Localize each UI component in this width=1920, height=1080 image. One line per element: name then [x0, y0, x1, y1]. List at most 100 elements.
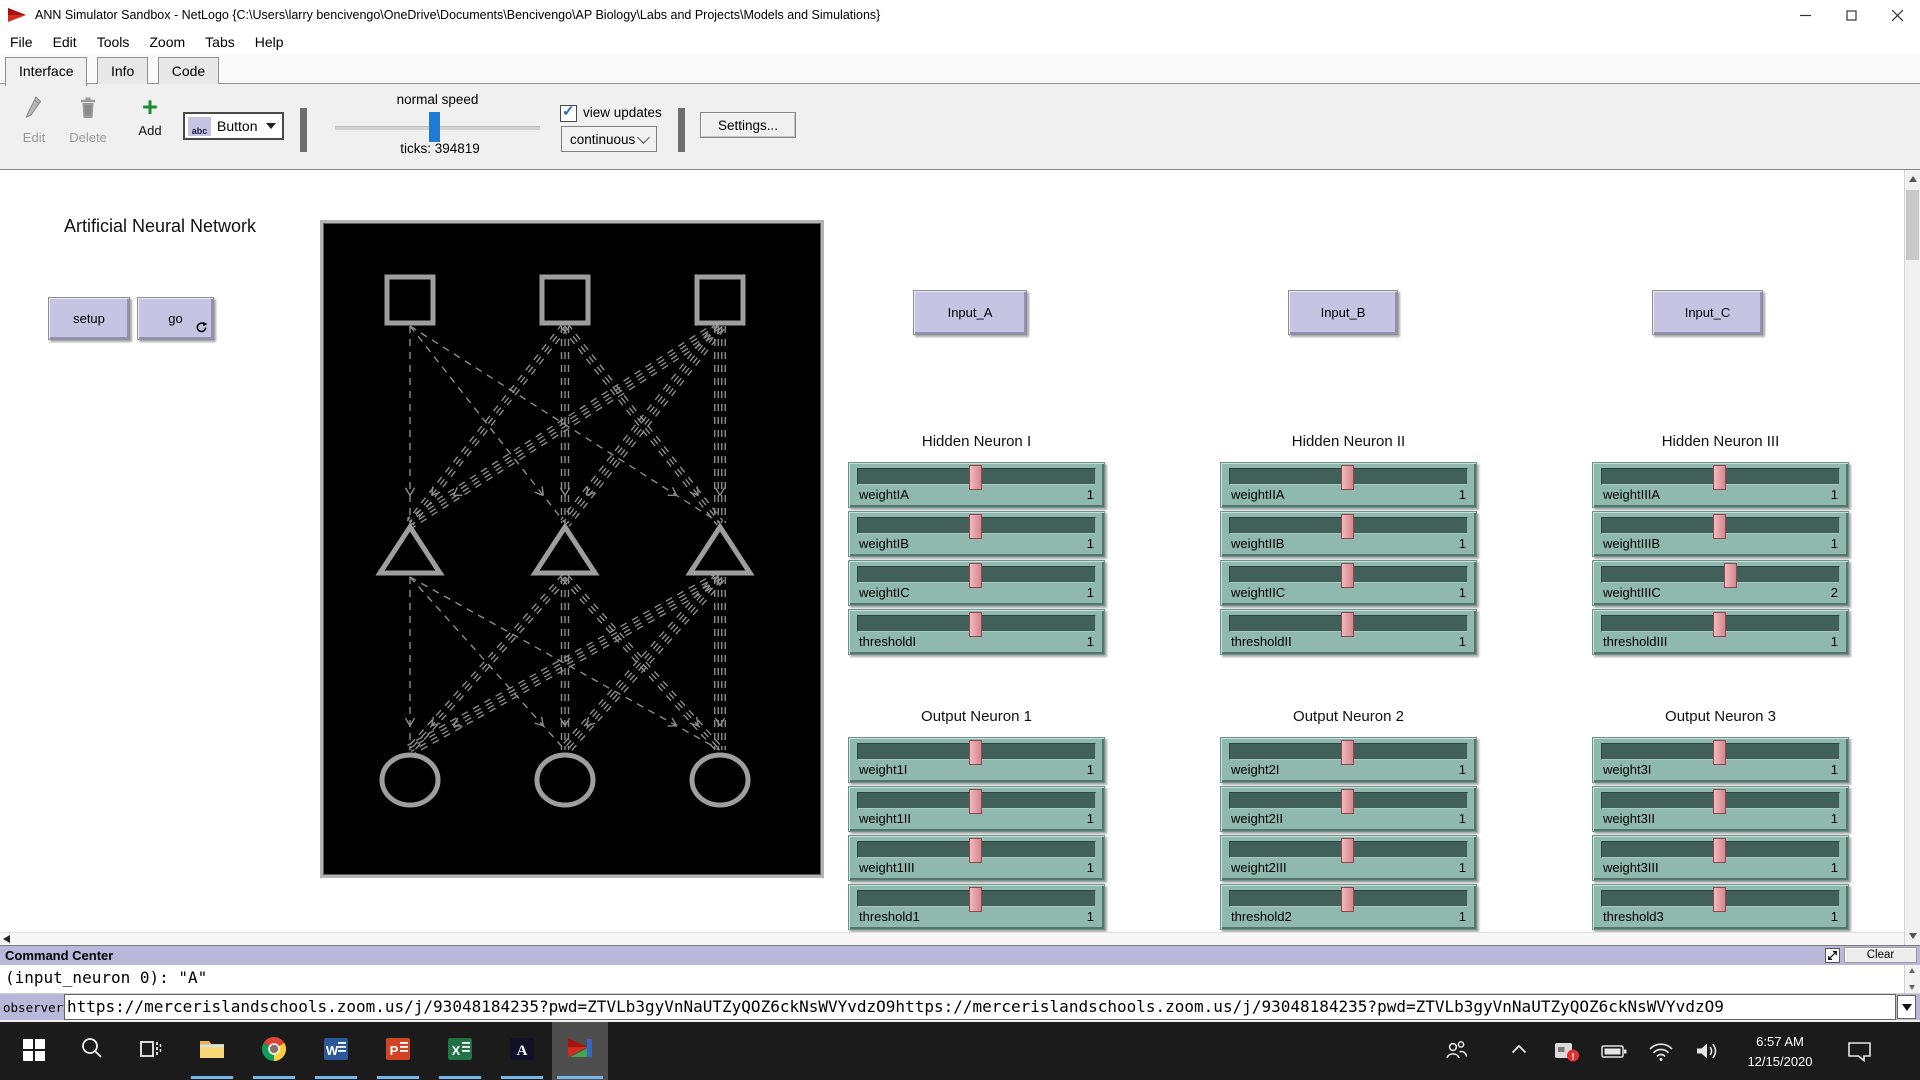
slider-weight2I[interactable]: weight2I1 [1220, 737, 1477, 783]
settings-button[interactable]: Settings... [700, 112, 796, 138]
slider-weight2III[interactable]: weight2III1 [1220, 835, 1477, 881]
scroll-down-icon[interactable] [1909, 985, 1915, 990]
view-updates-checkbox[interactable]: ✓ [560, 105, 577, 122]
slider-handle[interactable] [1341, 740, 1354, 765]
minimize-button[interactable] [1782, 0, 1828, 30]
slider-handle[interactable] [1713, 514, 1726, 539]
menu-help[interactable]: Help [245, 34, 294, 50]
taskbar-word-button[interactable]: W [310, 1022, 362, 1080]
slider-weightIB[interactable]: weightIB1 [848, 511, 1105, 557]
slider-weightIC[interactable]: weightIC1 [848, 560, 1105, 606]
slider-handle[interactable] [1341, 563, 1354, 588]
slider-handle[interactable] [1713, 612, 1726, 637]
tab-code[interactable]: Code [158, 57, 219, 84]
setup-button[interactable]: setup [48, 297, 130, 340]
menu-tools[interactable]: Tools [87, 34, 140, 50]
slider-handle[interactable] [1341, 887, 1354, 912]
slider-weightIIA[interactable]: weightIIA1 [1220, 462, 1477, 508]
slider-handle[interactable] [1713, 740, 1726, 765]
taskbar-file-explorer-button[interactable] [186, 1022, 238, 1080]
slider-handle[interactable] [1713, 838, 1726, 863]
tab-interface[interactable]: Interface [5, 57, 87, 86]
edit-tool-button[interactable]: Edit [10, 94, 58, 145]
slider-thresholdII[interactable]: thresholdII1 [1220, 609, 1477, 655]
slider-weightIIB[interactable]: weightIIB1 [1220, 511, 1477, 557]
taskbar-netlogo-button[interactable] [552, 1022, 608, 1080]
app-badge-icon[interactable]: ! [1552, 1039, 1582, 1070]
slider-threshold2[interactable]: threshold21 [1220, 884, 1477, 930]
volume-icon[interactable] [1694, 1039, 1722, 1068]
slider-weight2II[interactable]: weight2II1 [1220, 786, 1477, 832]
menu-zoom[interactable]: Zoom [139, 34, 195, 50]
slider-weightIIIB[interactable]: weightIIIB1 [1592, 511, 1849, 557]
vertical-scrollbar[interactable] [1904, 170, 1920, 945]
history-dropdown-button[interactable] [1897, 995, 1916, 1019]
slider-handle[interactable] [1341, 612, 1354, 637]
slider-weight1II[interactable]: weight1II1 [848, 786, 1105, 832]
widget-type-dropdown[interactable]: abc Button [183, 112, 284, 140]
slider-handle[interactable] [1341, 789, 1354, 814]
slider-weight1III[interactable]: weight1III1 [848, 835, 1105, 881]
slider-handle[interactable] [969, 789, 982, 814]
input-b-button[interactable]: Input_B [1288, 290, 1398, 335]
slider-thresholdIII[interactable]: thresholdIII1 [1592, 609, 1849, 655]
slider-handle[interactable] [1713, 789, 1726, 814]
slider-handle[interactable] [1341, 514, 1354, 539]
slider-weightIIIC[interactable]: weightIIIC2 [1592, 560, 1849, 606]
clear-button[interactable]: Clear [1844, 947, 1917, 963]
people-icon[interactable] [1444, 1039, 1470, 1068]
slider-threshold1[interactable]: threshold11 [848, 884, 1105, 930]
horizontal-scrollbar[interactable] [0, 932, 1904, 945]
slider-threshold3[interactable]: threshold31 [1592, 884, 1849, 930]
scroll-down-icon[interactable] [1909, 933, 1917, 939]
scroll-up-icon[interactable] [1909, 176, 1917, 182]
command-input[interactable]: https://mercerislandschools.zoom.us/j/93… [64, 994, 1896, 1020]
delete-tool-button[interactable]: Delete [64, 94, 112, 145]
menu-edit[interactable]: Edit [43, 34, 87, 50]
resize-icon[interactable] [1825, 948, 1840, 963]
slider-weight1I[interactable]: weight1I1 [848, 737, 1105, 783]
slider-handle[interactable] [1724, 563, 1737, 588]
scroll-left-icon[interactable] [3, 935, 10, 943]
taskbar-search-button[interactable] [66, 1022, 118, 1080]
slider-weightIA[interactable]: weightIA1 [848, 462, 1105, 508]
action-center-icon[interactable] [1846, 1039, 1874, 1068]
slider-weight3III[interactable]: weight3III1 [1592, 835, 1849, 881]
input-c-button[interactable]: Input_C [1652, 290, 1763, 335]
speed-slider-handle[interactable] [429, 112, 440, 142]
update-mode-dropdown[interactable]: continuous [561, 126, 657, 152]
slider-handle[interactable] [969, 514, 982, 539]
menu-tabs[interactable]: Tabs [195, 34, 245, 50]
slider-handle[interactable] [1341, 838, 1354, 863]
slider-weightIIC[interactable]: weightIIC1 [1220, 560, 1477, 606]
battery-icon[interactable] [1600, 1039, 1630, 1068]
menu-file[interactable]: File [0, 34, 43, 50]
taskbar-clock[interactable]: 6:57 AM 12/15/2020 [1732, 1032, 1828, 1071]
slider-thresholdI[interactable]: thresholdI1 [848, 609, 1105, 655]
slider-weight3II[interactable]: weight3II1 [1592, 786, 1849, 832]
slider-weight3I[interactable]: weight3I1 [1592, 737, 1849, 783]
taskbar-acrobat-button[interactable]: A [496, 1022, 548, 1080]
taskbar-powerpoint-button[interactable]: P [372, 1022, 424, 1080]
taskbar-chrome-button[interactable] [248, 1022, 300, 1080]
slider-handle[interactable] [969, 838, 982, 863]
slider-handle[interactable] [1341, 465, 1354, 490]
slider-handle[interactable] [969, 887, 982, 912]
slider-weightIIIA[interactable]: weightIIIA1 [1592, 462, 1849, 508]
add-tool-button[interactable]: + Add [126, 94, 174, 138]
slider-handle[interactable] [969, 740, 982, 765]
close-button[interactable] [1874, 0, 1920, 30]
wifi-icon[interactable] [1648, 1039, 1674, 1068]
scroll-up-icon[interactable] [1909, 968, 1915, 973]
world-view[interactable] [320, 220, 824, 878]
scrollbar-thumb[interactable] [1906, 190, 1919, 260]
slider-handle[interactable] [969, 612, 982, 637]
input-a-button[interactable]: Input_A [913, 290, 1027, 335]
output-scrollbar[interactable] [1904, 965, 1920, 993]
go-button[interactable]: go [137, 297, 214, 340]
slider-handle[interactable] [1713, 465, 1726, 490]
slider-handle[interactable] [969, 465, 982, 490]
slider-groove[interactable] [1601, 566, 1840, 583]
taskbar-excel-button[interactable]: X [434, 1022, 486, 1080]
command-output-area[interactable]: (input_neuron 0): "A" [0, 965, 1920, 994]
